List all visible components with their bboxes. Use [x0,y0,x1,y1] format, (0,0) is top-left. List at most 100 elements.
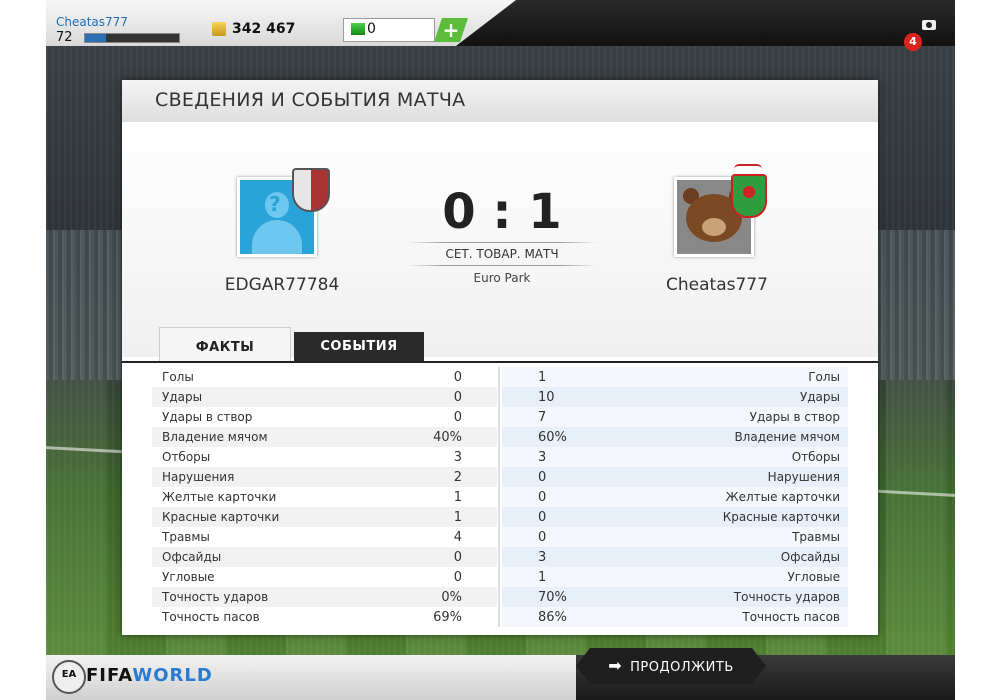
stat-label-away: Офсайды [780,550,840,564]
stat-value-home: 0 [453,550,462,565]
coins-icon [212,22,226,36]
divider [407,242,597,243]
stat-value-away: 3 [538,550,547,565]
stat-label-home: Отборы [162,450,211,464]
stats-table: Голы 0 1 Голы Удары 0 10 Удары Удары в створ 0 7 Уд… [122,367,878,627]
coins-count: 342 467 [232,21,296,37]
tab-underline [122,361,878,363]
tab-facts[interactable]: ФАКТЫ [159,327,291,362]
stat-value-away: 1 [538,370,547,385]
stat-label-home: Желтые карточки [162,490,277,504]
bear-snout-icon [702,218,726,236]
stats-row: Удары 0 10 Удары [122,387,878,407]
home-team-name: EDGAR77784 [224,275,340,295]
top-bar: Cheatas777 72 342 467 0 + 4 [46,0,955,51]
stats-row: Офсайды 0 3 Офсайды [122,547,878,567]
stat-label-home: Угловые [162,570,215,584]
stat-label-away: Удары [799,390,840,404]
stat-value-away: 86% [538,610,567,625]
away-crest-icon [731,174,767,218]
match-details-panel: СВЕДЕНИЯ И СОБЫТИЯ МАТЧА ? EDGAR77784 0 … [122,80,878,635]
stat-label-home: Красные карточки [162,510,280,524]
panel-title: СВЕДЕНИЯ И СОБЫТИЯ МАТЧА [155,89,466,111]
stat-label-home: Удары в створ [162,410,253,424]
stat-label-home: Голы [162,370,194,384]
continue-label: ПРОДОЛЖИТЬ [630,660,734,675]
stats-row: Желтые карточки 1 0 Желтые карточки [122,487,878,507]
stats-row: Травмы 4 0 Травмы [122,527,878,547]
stat-label-away: Нарушения [767,470,840,484]
stat-label-away: Владение мячом [734,430,840,444]
stat-label-home: Нарушения [162,470,235,484]
stat-value-home: 4 [453,530,462,545]
camera-icon[interactable] [922,20,936,30]
brand-fifa: FIFA [86,665,133,686]
stat-value-away: 60% [538,430,567,445]
olympic-rings-icon [734,164,762,174]
stat-value-away: 7 [538,410,547,425]
divider [407,265,597,266]
game-background: Cheatas777 72 342 467 0 + 4 СВЕДЕНИЯ И С… [46,0,955,700]
fifa-points-count: 0 [367,21,376,37]
stat-label-away: Точность пасов [742,610,840,624]
stat-value-away: 0 [538,530,547,545]
continue-button[interactable]: ➡ ПРОДОЛЖИТЬ [576,648,766,684]
stats-row: Отборы 3 3 Отборы [122,447,878,467]
stats-row: Удары в створ 0 7 Удары в створ [122,407,878,427]
stat-value-home: 0 [453,370,462,385]
away-team-name: Cheatas777 [666,275,768,295]
stat-value-away: 70% [538,590,567,605]
avatar-body-icon [252,220,302,254]
stats-row: Нарушения 2 0 Нарушения [122,467,878,487]
stat-value-home: 3 [453,450,462,465]
tab-events[interactable]: СОБЫТИЯ [294,332,424,361]
stat-value-home: 2 [453,470,462,485]
xp-progress-fill [85,34,106,42]
stats-row: Владение мячом 40% 60% Владение мячом [122,427,878,447]
stat-label-home: Точность ударов [162,590,269,604]
match-score: 0 : 1 [442,184,562,240]
stats-row: Голы 0 1 Голы [122,367,878,387]
stat-label-away: Точность ударов [733,590,840,604]
arrow-right-icon: ➡ [608,656,623,675]
player-level: 72 [56,30,73,45]
stat-value-home: 1 [453,510,462,525]
stat-value-away: 0 [538,470,547,485]
xp-progress-bar [84,33,180,43]
stat-label-away: Желтые карточки [725,490,840,504]
home-crest-icon [292,168,330,212]
question-mark-icon: ? [269,192,281,216]
fifa-points-icon [351,23,365,35]
stat-label-home: Травмы [162,530,210,544]
stat-value-away: 0 [538,510,547,525]
stat-value-home: 1 [453,490,462,505]
stat-value-away: 0 [538,490,547,505]
stat-label-home: Удары [162,390,203,404]
stat-label-home: Владение мячом [162,430,268,444]
stat-value-home: 0 [453,390,462,405]
ea-sports-logo-icon: EA [52,660,86,694]
stat-label-away: Удары в створ [749,410,840,424]
stat-label-away: Отборы [791,450,840,464]
stat-label-away: Голы [808,370,840,384]
notification-badge[interactable]: 4 [904,33,922,51]
stat-value-home: 0 [453,570,462,585]
stat-value-away: 3 [538,450,547,465]
panel-header: СВЕДЕНИЯ И СОБЫТИЯ МАТЧА [122,80,878,122]
brand-world: WORLD [132,665,213,686]
stat-value-away: 1 [538,570,547,585]
stat-label-away: Угловые [787,570,840,584]
stat-value-home: 0% [441,590,462,605]
stats-row: Угловые 0 1 Угловые [122,567,878,587]
row-bg-away [502,367,848,387]
stat-value-home: 40% [433,430,462,445]
stat-label-home: Офсайды [162,550,222,564]
stat-value-away: 10 [538,390,555,405]
stat-label-away: Красные карточки [722,510,840,524]
username[interactable]: Cheatas777 [56,15,128,29]
stat-label-away: Травмы [792,530,840,544]
stats-row: Красные карточки 1 0 Красные карточки [122,507,878,527]
stat-label-home: Точность пасов [162,610,260,624]
venue: Euro Park [473,271,531,285]
stats-row: Точность ударов 0% 70% Точность ударов [122,587,878,607]
